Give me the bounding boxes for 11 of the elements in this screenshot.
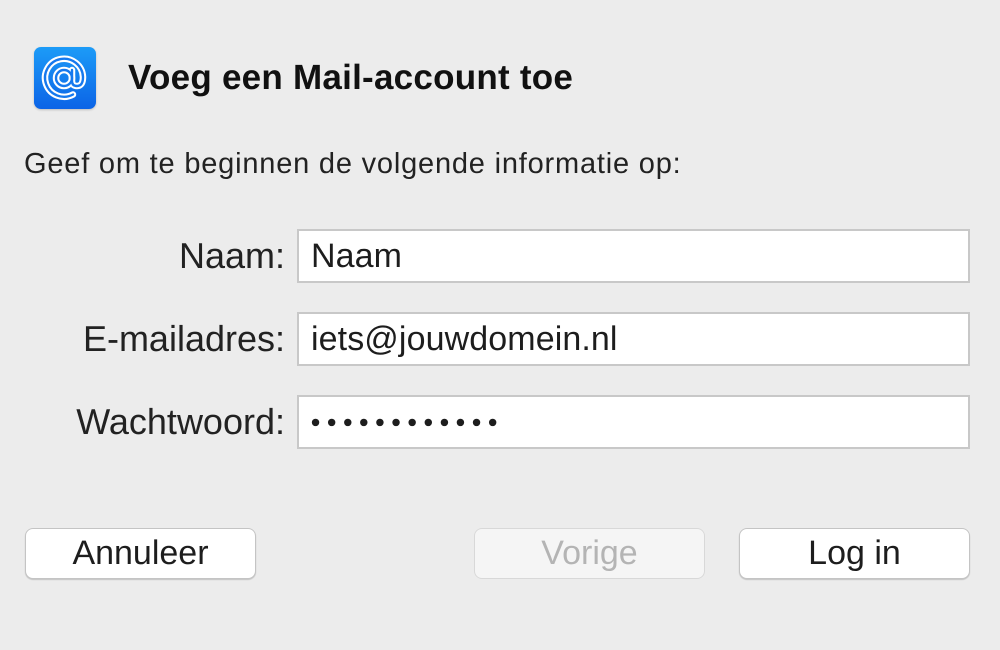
password-field[interactable]: •••••••••••• <box>297 395 970 449</box>
dialog-button[interactable]: Log in <box>739 528 970 579</box>
text-field[interactable]: iets@jouwdomein.nl <box>297 312 970 366</box>
field-label: Naam: <box>178 235 285 277</box>
field-label: Wachtwoord: <box>76 401 285 443</box>
dialog-button[interactable]: Annuleer <box>25 528 256 579</box>
text-field[interactable]: Naam <box>297 229 970 283</box>
at-sign-app-icon <box>34 47 96 109</box>
field-label: E-mailadres: <box>82 318 285 360</box>
instruction-text: Geef om te beginnen de volgende informatie op: <box>24 147 682 181</box>
dialog-title: Voeg een Mail-account toe <box>128 58 574 98</box>
